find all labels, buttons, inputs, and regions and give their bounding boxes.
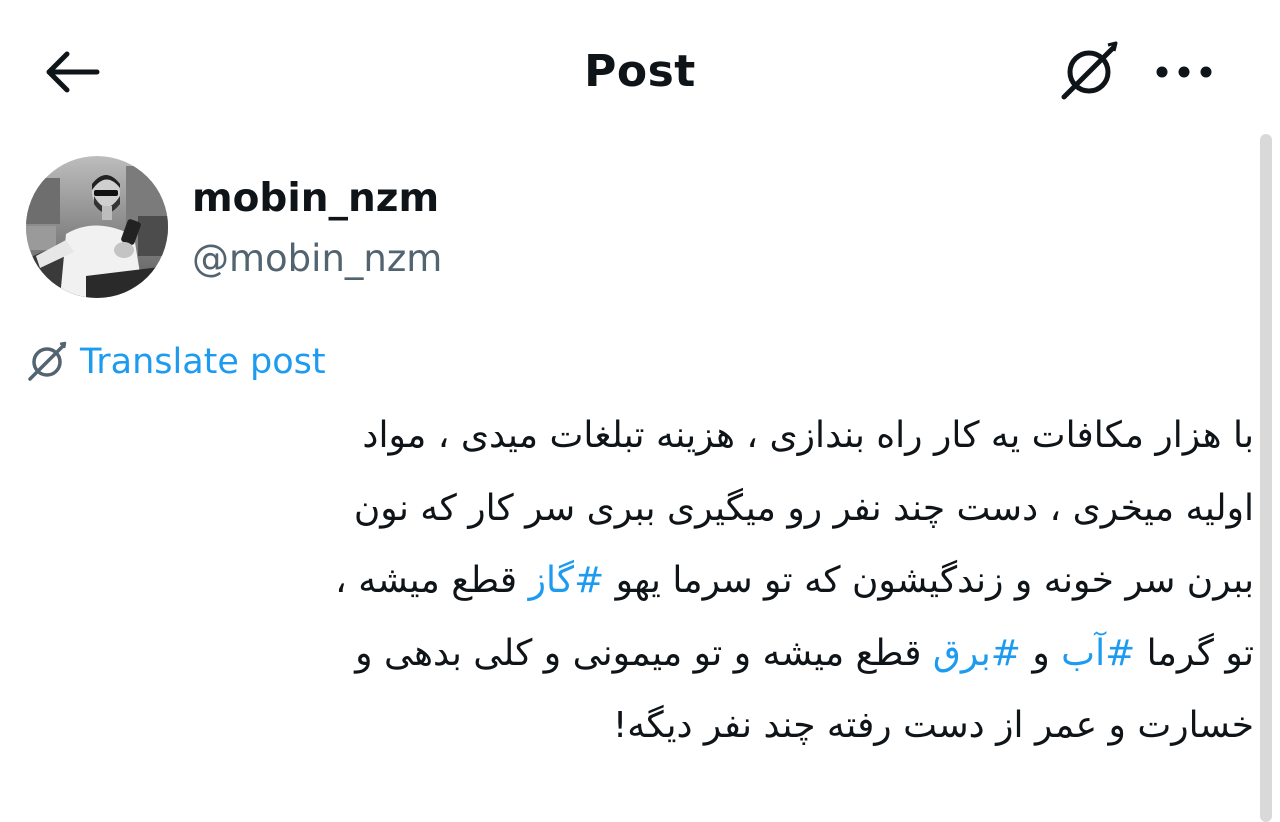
top-bar: Post [0,0,1280,140]
post-text-segment: قطع میشه و تو میمونی و کلی بدهی و [355,632,933,674]
more-horizontal-icon [1156,66,1212,78]
post-detail-screen: Post mobin_nzm @mobin_nzm Translate post… [0,0,1280,822]
post-text-segment: خسارت و عمر از دست رفته چند نفر دیگه! [612,705,1254,746]
post-text-line: با هزار مکافات یه کار راه بندازی ، هزینه… [40,400,1254,473]
post-text-segment: اولیه میخری ، دست چند نفر رو میگیری ببری… [353,487,1254,529]
scrollbar[interactable] [1260,134,1272,822]
grok-button[interactable] [1052,36,1126,108]
avatar[interactable] [26,156,168,298]
post-text-line: اولیه میخری ، دست چند نفر رو میگیری ببری… [40,473,1254,546]
more-options-button[interactable] [1148,44,1220,100]
translate-post-button[interactable]: Translate post [24,336,326,388]
post-text: با هزار مکافات یه کار راه بندازی ، هزینه… [40,400,1254,763]
author-display-name[interactable]: mobin_nzm [192,174,439,224]
translate-post-label: Translate post [80,342,326,382]
hashtag-link[interactable]: #آب [1061,633,1135,674]
post-text-segment: ببرن سر خونه و زندگیشون که تو سرما یهو [604,560,1254,601]
hashtag-link[interactable]: #برق [933,633,1021,674]
author-handle[interactable]: @mobin_nzm [192,234,442,284]
grok-icon [1061,41,1118,100]
post-text-line: تو گرما #آب و #برق قطع میشه و تو میمونی … [40,618,1254,691]
post-text-segment: تو گرما [1135,632,1254,674]
post-text-segment: قطع میشه ، [335,560,529,601]
post-text-segment: و [1020,632,1062,674]
post-text-line: خسارت و عمر از دست رفته چند نفر دیگه! [40,690,1254,763]
post-text-line: ببرن سر خونه و زندگیشون که تو سرما یهو #… [40,545,1254,618]
avatar-photo [26,156,168,298]
post-text-segment: با هزار مکافات یه کار راه بندازی ، هزینه… [362,415,1254,456]
hashtag-link[interactable]: #گاز [529,560,605,601]
grok-icon [24,339,70,385]
